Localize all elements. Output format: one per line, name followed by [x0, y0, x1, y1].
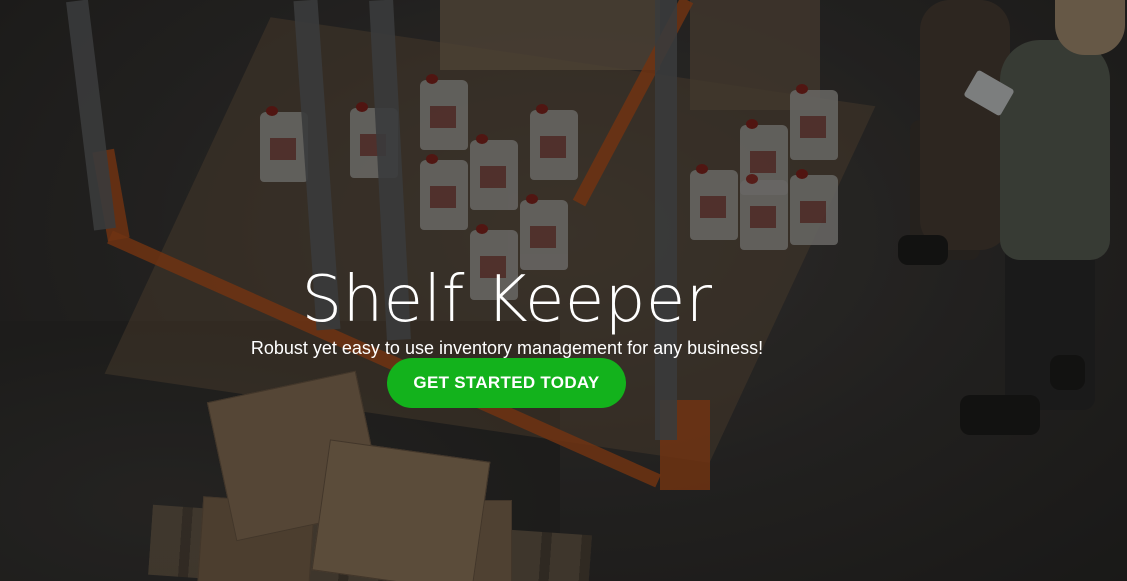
hero-title: Shelf Keeper	[301, 262, 713, 337]
hero-section: Shelf Keeper Robust yet easy to use inve…	[0, 0, 1127, 581]
hero-subtitle: Robust yet easy to use inventory managem…	[250, 338, 764, 358]
get-started-button[interactable]: GET STARTED TODAY	[387, 358, 626, 408]
hero-content: Shelf Keeper Robust yet easy to use inve…	[0, 0, 1127, 581]
